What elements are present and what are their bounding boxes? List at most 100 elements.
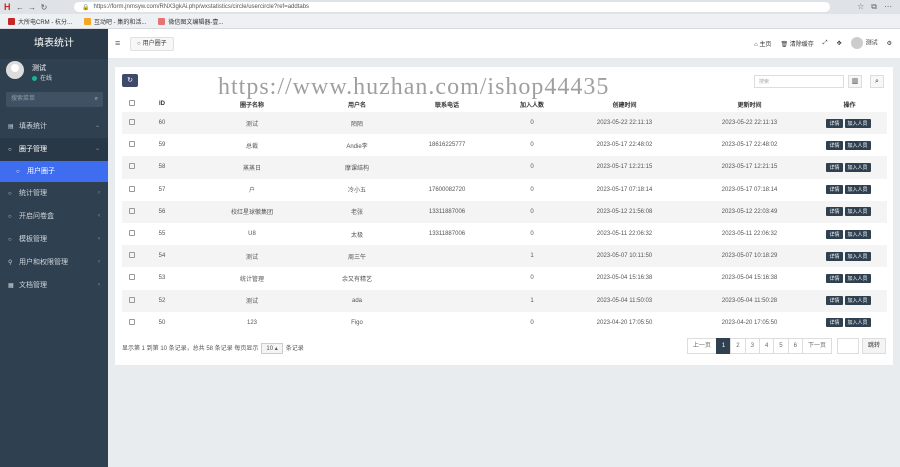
table-cell: 2023-05-04 15:16:38 (596, 275, 653, 282)
row-checkbox[interactable] (129, 163, 135, 170)
join-members-button[interactable]: 加入人员 (844, 140, 871, 150)
table-cell: 测试 (182, 245, 322, 268)
detail-button[interactable]: 详情 (826, 273, 843, 283)
row-checkbox[interactable] (129, 185, 135, 192)
row-checkbox[interactable] (129, 119, 135, 126)
page-jump-input[interactable] (836, 338, 859, 354)
user-menu[interactable]: 测试 (850, 37, 878, 49)
detail-button[interactable]: 详情 (826, 118, 843, 128)
join-members-button[interactable]: 加入人员 (844, 273, 871, 283)
refresh-button[interactable]: ↻ (122, 74, 138, 87)
table-cell: 58 (142, 156, 182, 179)
browser-logo-icon: H (4, 2, 11, 12)
top-navbar: ≡ ○ 用户圈子 ⌂ 主页 🗑 清除缓存 ⤢ ✥ 测试 ⚙ (108, 29, 900, 59)
detail-button[interactable]: 详情 (826, 207, 843, 217)
detail-button[interactable]: 详情 (826, 296, 843, 306)
table-cell: 2023-05-17 12:21:15 (562, 156, 687, 179)
table-cell: 55 (158, 231, 166, 238)
bookmark-icon (158, 17, 166, 25)
row-checkbox[interactable] (129, 318, 135, 325)
sidebar-item-circle-manage[interactable]: ○ 圈子管理 ⌄ (0, 138, 108, 161)
table-row: 55 U8 太极 13311887006 0 2023-05-11 22:06:32 202… (122, 223, 887, 245)
fullscreen-icon[interactable]: ⤢ (823, 40, 828, 47)
sidebar-item-user-circle[interactable]: ○ 用户圈子 (0, 161, 108, 182)
row-checkbox[interactable] (129, 230, 135, 237)
detail-button[interactable]: 详情 (826, 229, 843, 239)
table-cell: 2023-05-12 22:03:49 (687, 200, 812, 223)
table-cell: 统计管理 (239, 276, 264, 283)
sidebar-item-questionnaire[interactable]: ○ 开启问卷盒 ‹ (0, 205, 108, 228)
menu-search-input[interactable]: 搜索菜单 ⌕ (6, 92, 103, 107)
pagination: 上一页 1 2 3 4 5 6 下一页 跳转 (686, 338, 886, 354)
table-cell: 13311887006 (428, 231, 466, 238)
address-bar[interactable]: 🔒 https://form.jnmsyw.com/RNX3gkAi.php/w… (74, 2, 830, 12)
settings-icon[interactable]: ⚙ (887, 40, 892, 47)
clear-cache-link[interactable]: 🗑 清除缓存 (780, 39, 813, 48)
table-cell: 13311887006 (392, 200, 502, 223)
join-members-button[interactable]: 加入人员 (844, 318, 871, 328)
sidebar-item-form-stats[interactable]: ▤ 填表统计 ⌄ (0, 115, 108, 138)
bookmark-item[interactable]: 互动吧 - 集的和活... (84, 17, 146, 26)
prev-page-button[interactable]: 上一页 (686, 338, 717, 354)
hamburger-icon[interactable]: ≡ (115, 38, 120, 48)
sidebar-item-permissions[interactable]: ⚲ 用户和权限管理 ‹ (0, 251, 108, 274)
detail-button[interactable]: 详情 (826, 318, 843, 328)
table-cell: 摩课结构 (322, 156, 392, 179)
sidebar-item-docs[interactable]: ▦ 文档管理 ‹ (0, 274, 108, 297)
row-checkbox[interactable] (129, 296, 135, 303)
detail-button[interactable]: 详情 (826, 251, 843, 261)
star-icon[interactable]: ☆ (857, 2, 864, 12)
table-row: 60 测试 陌陌 0 2023-05-22 22:11:13 2023-05-22 22:… (122, 112, 887, 135)
columns-button[interactable]: ▥ (848, 75, 862, 88)
extensions-icon[interactable]: ⧉ (871, 2, 877, 12)
search-button[interactable]: ⌕ (870, 75, 884, 88)
join-members-button[interactable]: 加入人员 (844, 207, 871, 217)
row-checkbox[interactable] (129, 274, 135, 281)
join-members-button[interactable]: 加入人员 (844, 118, 871, 128)
table-cell: 2023-05-07 10:11:50 (562, 245, 687, 268)
page-button[interactable]: 4 (758, 338, 775, 354)
table-cell: 2023-05-12 21:56:08 (562, 200, 687, 223)
forward-icon[interactable]: → (26, 3, 38, 12)
table-search-input[interactable]: 搜索 (754, 75, 844, 88)
bookmark-item[interactable]: 微信图文编辑器-壹... (158, 17, 223, 26)
join-members-button[interactable]: 加入人员 (844, 296, 871, 306)
detail-button[interactable]: 详情 (826, 140, 843, 150)
table-cell: Andie李 (346, 143, 368, 150)
row-checkbox[interactable] (129, 252, 135, 259)
detail-button[interactable]: 详情 (826, 162, 843, 172)
join-members-button[interactable]: 加入人员 (844, 185, 871, 195)
bookmark-item[interactable]: 大所电CRM - 杭分... (8, 17, 72, 26)
reload-icon[interactable]: ↻ (38, 3, 50, 12)
page-button[interactable]: 6 (787, 338, 803, 354)
row-checkbox[interactable] (129, 207, 135, 214)
join-members-button[interactable]: 加入人员 (844, 251, 871, 261)
col-header: ID (159, 101, 165, 107)
tab-user-circle[interactable]: ○ 用户圈子 (130, 37, 174, 51)
next-page-button[interactable]: 下一页 (801, 338, 832, 354)
table-cell: 周三午 (322, 245, 392, 268)
sidebar-item-template[interactable]: ○ 模板管理 ‹ (0, 228, 108, 251)
join-members-button[interactable]: 加入人员 (844, 162, 871, 172)
home-link[interactable]: ⌂ 主页 (754, 39, 771, 48)
page-button[interactable]: 3 (744, 338, 760, 354)
doc-icon: ▦ (8, 283, 14, 289)
page-size-select[interactable]: 10 ▴ (261, 343, 283, 354)
table-row: 53 统计管理 余又有精艺 0 2023-05-04 15:16:38 2023-05-0… (122, 267, 887, 289)
page-jump-button[interactable]: 跳转 (861, 338, 886, 354)
sidebar-item-stats-manage[interactable]: ○ 统计管理 ‹ (0, 182, 108, 205)
table-cell: 53 (158, 275, 166, 282)
select-all-checkbox[interactable] (129, 100, 135, 106)
menu-icon[interactable]: ⋯ (884, 2, 892, 12)
join-members-button[interactable]: 加入人员 (844, 229, 871, 239)
page-button[interactable]: 2 (730, 338, 746, 354)
row-checkbox[interactable] (129, 141, 135, 148)
table-cell: 0 (530, 275, 534, 282)
page-button[interactable]: 5 (773, 338, 789, 354)
detail-button[interactable]: 详情 (826, 185, 843, 195)
table-cell: 测试 (182, 289, 322, 312)
back-icon[interactable]: ← (14, 3, 26, 12)
page-button[interactable]: 1 (715, 338, 732, 354)
expand-icon[interactable]: ✥ (837, 40, 842, 47)
table-cell: 2023-05-17 22:48:02 (596, 142, 653, 149)
